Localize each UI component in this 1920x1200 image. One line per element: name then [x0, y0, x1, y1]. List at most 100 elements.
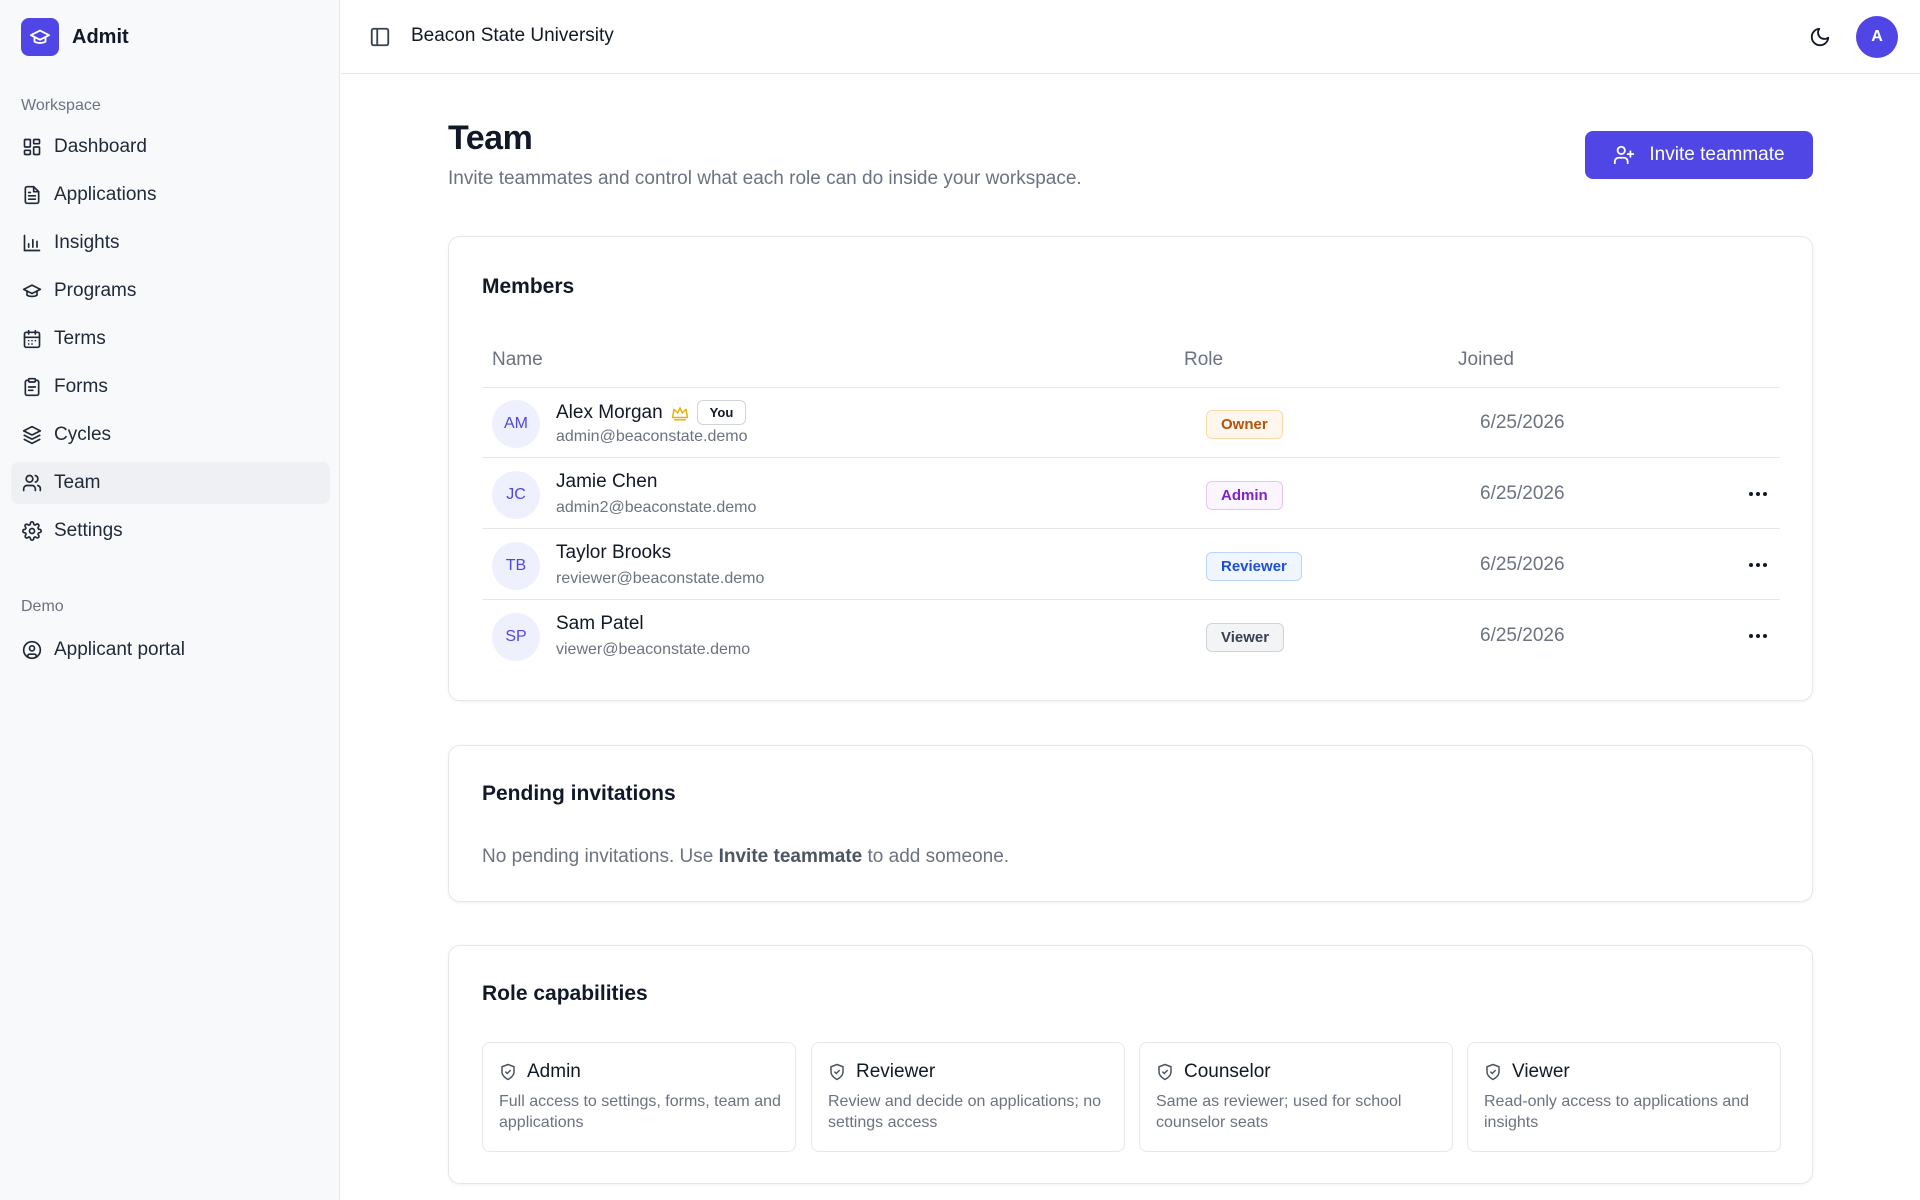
capability-name: Counselor [1184, 1061, 1271, 1082]
table-row: SP Sam Patel viewer@beaconstate.demo Vie… [482, 601, 1780, 671]
sidebar-item-cycles[interactable]: Cycles [11, 414, 330, 456]
role-badge-owner: Owner [1206, 410, 1283, 439]
sidebar-item-label: Cycles [54, 424, 112, 445]
capability-name: Admin [527, 1061, 581, 1082]
pending-text-bold: Invite teammate [718, 846, 863, 867]
sidebar-item-dashboard[interactable]: Dashboard [11, 126, 330, 168]
capability-card-viewer: Viewer Read-only access to applications … [1467, 1042, 1781, 1152]
sidebar-item-label: Forms [54, 376, 108, 397]
sidebar-item-label: Programs [54, 280, 137, 301]
more-actions-icon[interactable] [1744, 483, 1772, 505]
pending-text-before: No pending invitations. Use [482, 846, 719, 867]
capabilities-title: Role capabilities [482, 982, 648, 1005]
member-name: Jamie Chen [556, 471, 658, 492]
table-row: JC Jamie Chen admin2@beaconstate.demo Ad… [482, 459, 1780, 529]
member-name-group: Taylor Brooks [556, 542, 671, 564]
shield-check-icon [828, 1063, 846, 1081]
clipboard-icon [22, 377, 42, 397]
workspace-section-label: Workspace [21, 97, 101, 114]
bar-chart-icon [22, 233, 42, 253]
sidebar-item-team[interactable]: Team [11, 462, 330, 504]
table-row: AM Alex Morgan You admin@beaconstate.dem… [482, 388, 1780, 458]
member-email: reviewer@beaconstate.demo [556, 570, 765, 587]
column-header-name: Name [492, 349, 543, 370]
capability-head: Reviewer [828, 1061, 935, 1083]
sidebar-item-forms[interactable]: Forms [11, 366, 330, 408]
brand[interactable]: Admit [21, 18, 129, 56]
capability-card-reviewer: Reviewer Review and decide on applicatio… [811, 1042, 1125, 1152]
member-avatar: AM [492, 400, 540, 448]
capability-description: Review and decide on applications; no se… [828, 1093, 1102, 1131]
user-avatar[interactable]: A [1856, 16, 1898, 58]
invite-button-label: Invite teammate [1649, 144, 1785, 165]
sidebar-item-label: Dashboard [54, 136, 147, 157]
demo-section-label: Demo [21, 598, 64, 615]
invite-teammate-button[interactable]: Invite teammate [1585, 131, 1813, 179]
users-icon [22, 473, 42, 493]
more-actions-icon[interactable] [1744, 625, 1772, 647]
capability-card-counselor: Counselor Same as reviewer; used for sch… [1139, 1042, 1453, 1152]
column-header-role: Role [1184, 349, 1224, 370]
sidebar-item-applications[interactable]: Applications [11, 174, 330, 216]
capability-card-admin: Admin Full access to settings, forms, te… [482, 1042, 796, 1152]
members-card: Members Name Role Joined AM Alex Morgan … [448, 236, 1813, 701]
workspace-nav: Dashboard Applications Insights Programs… [11, 126, 330, 558]
pending-title: Pending invitations [482, 782, 676, 805]
pending-empty-message: No pending invitations. Use Invite teamm… [482, 846, 1009, 868]
member-name: Taylor Brooks [556, 542, 672, 563]
sidebar-item-insights[interactable]: Insights [11, 222, 330, 264]
sidebar-item-label: Applicant portal [54, 639, 185, 660]
crown-icon [671, 404, 689, 422]
role-badge-reviewer: Reviewer [1206, 552, 1302, 581]
shield-check-icon [499, 1063, 517, 1081]
shield-check-icon [1156, 1063, 1174, 1081]
page-subtitle: Invite teammates and control what each r… [448, 168, 1082, 189]
user-plus-icon [1613, 144, 1635, 166]
capability-description: Full access to settings, forms, team and… [499, 1093, 781, 1131]
dashboard-icon [22, 137, 42, 157]
member-avatar: JC [492, 471, 540, 519]
capability-head: Counselor [1156, 1061, 1271, 1083]
member-email: admin@beaconstate.demo [556, 428, 748, 445]
sidebar-item-label: Insights [54, 232, 120, 253]
sidebar-item-label: Terms [54, 328, 106, 349]
demo-nav: Applicant portal [11, 629, 330, 677]
moon-icon[interactable] [1809, 26, 1831, 48]
gear-icon [22, 521, 42, 541]
member-email: viewer@beaconstate.demo [556, 641, 751, 658]
role-capabilities-card: Role capabilities Admin Full access to s… [448, 945, 1813, 1184]
graduation-cap-icon [22, 281, 42, 301]
more-actions-icon[interactable] [1744, 554, 1772, 576]
sidebar-item-label: Settings [54, 520, 123, 541]
member-avatar: SP [492, 613, 540, 661]
brand-name: Admit [72, 25, 129, 48]
role-badge-viewer: Viewer [1206, 623, 1285, 652]
capability-head: Viewer [1484, 1061, 1570, 1083]
capability-description: Read-only access to applications and ins… [1484, 1093, 1750, 1131]
members-title: Members [482, 275, 575, 298]
file-text-icon [22, 185, 42, 205]
page-title: Team [448, 119, 533, 157]
capability-head: Admin [499, 1061, 581, 1083]
you-badge: You [696, 400, 747, 425]
member-joined: 6/25/2026 [1480, 554, 1565, 575]
sidebar-toggle-icon[interactable] [369, 26, 391, 48]
sidebar-item-programs[interactable]: Programs [11, 270, 330, 312]
sidebar-item-settings[interactable]: Settings [11, 510, 330, 552]
sidebar: Admit Workspace Dashboard Applications I… [0, 0, 340, 1200]
pending-text-after: to add someone. [862, 846, 1010, 867]
shield-check-icon [1484, 1063, 1502, 1081]
user-circle-icon [22, 640, 42, 660]
capability-name: Viewer [1512, 1061, 1570, 1082]
member-name-group: Alex Morgan You [556, 400, 747, 425]
graduation-cap-logo-icon [21, 18, 59, 56]
column-header-joined: Joined [1458, 349, 1514, 370]
sidebar-item-applicant-portal[interactable]: Applicant portal [11, 629, 330, 671]
pending-invitations-card: Pending invitations No pending invitatio… [448, 745, 1813, 902]
sidebar-item-terms[interactable]: Terms [11, 318, 330, 360]
top-header: Beacon State University A [341, 0, 1920, 74]
calendar-icon [22, 329, 42, 349]
org-name: Beacon State University [411, 25, 614, 46]
member-joined: 6/25/2026 [1480, 483, 1565, 504]
capability-name: Reviewer [856, 1061, 936, 1082]
